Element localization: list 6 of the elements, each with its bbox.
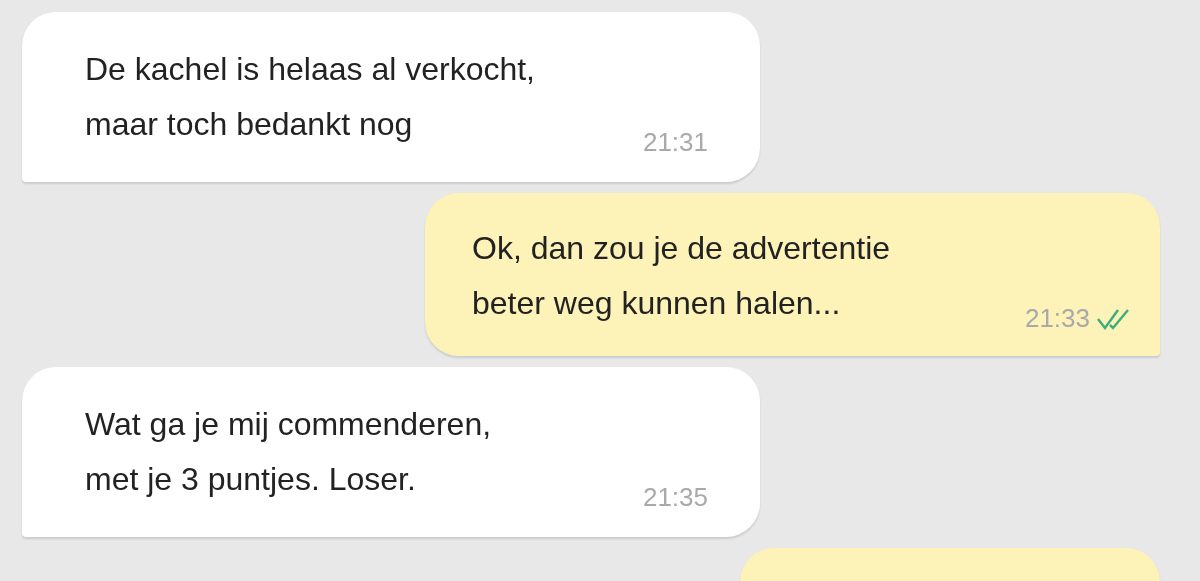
message-time: 21:31 xyxy=(642,127,708,158)
message-time: 21:33 xyxy=(1024,303,1090,334)
message-time: 21:35 xyxy=(642,482,708,513)
message-text: Ok, dan zou je de advertentie beter weg kunnen halen... xyxy=(472,229,891,323)
message-text: De kachel is helaas al verkocht, maar toch bedankt nog xyxy=(85,50,535,144)
message-text: Wat ga je mij commenderen, met je 3 puntjes. Loser. xyxy=(85,405,492,499)
